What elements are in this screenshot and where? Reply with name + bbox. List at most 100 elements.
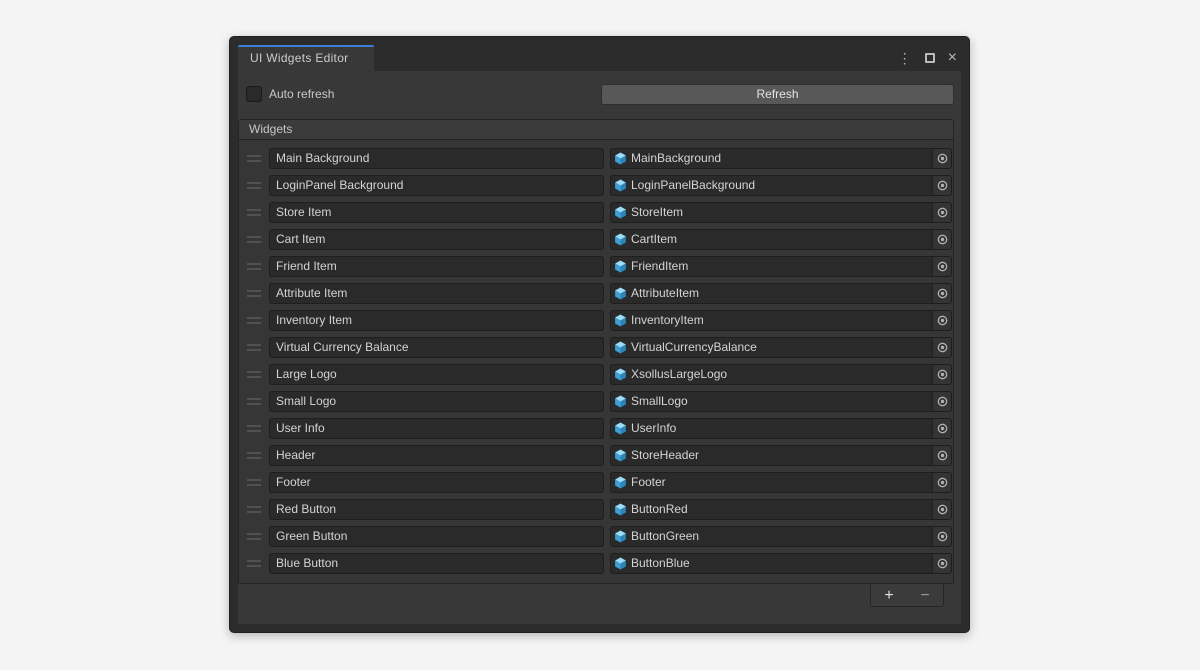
drag-handle-icon[interactable]	[247, 398, 261, 405]
prefab-name-label: ButtonBlue	[631, 554, 932, 573]
prefab-name-label: Footer	[631, 473, 932, 492]
widget-name-input[interactable]: User Info	[269, 418, 604, 439]
prefab-object-field[interactable]: ButtonGreen	[610, 526, 952, 547]
prefab-name-label: InventoryItem	[631, 311, 932, 330]
prefab-name-label: AttributeItem	[631, 284, 932, 303]
drag-handle-icon[interactable]	[247, 209, 261, 216]
refresh-button[interactable]: Refresh	[601, 84, 954, 105]
widget-name-input[interactable]: Small Logo	[269, 391, 604, 412]
object-picker-icon	[937, 477, 948, 488]
widget-name-input[interactable]: Virtual Currency Balance	[269, 337, 604, 358]
object-picker-button[interactable]	[932, 284, 951, 303]
widget-row: Store Item StoreItem	[239, 199, 953, 226]
add-widget-button[interactable]: +	[871, 587, 907, 605]
widget-name-input[interactable]: Main Background	[269, 148, 604, 169]
prefab-cube-icon	[614, 152, 627, 165]
drag-handle-icon[interactable]	[247, 506, 261, 513]
widget-name-input[interactable]: Inventory Item	[269, 310, 604, 331]
drag-handle-icon[interactable]	[247, 452, 261, 459]
object-picker-button[interactable]	[932, 311, 951, 330]
prefab-object-field[interactable]: InventoryItem	[610, 310, 952, 331]
prefab-object-field[interactable]: ButtonBlue	[610, 553, 952, 574]
widget-name-input[interactable]: Green Button	[269, 526, 604, 547]
drag-handle-icon[interactable]	[247, 560, 261, 567]
prefab-object-field[interactable]: LoginPanelBackground	[610, 175, 952, 196]
prefab-object-field[interactable]: SmallLogo	[610, 391, 952, 412]
editor-content: Auto refresh Refresh Widgets Main Backgr…	[238, 71, 961, 624]
close-icon[interactable]: ×	[946, 51, 959, 65]
widget-name-input[interactable]: Cart Item	[269, 229, 604, 250]
prefab-cube-icon	[614, 368, 627, 381]
drag-handle-icon[interactable]	[247, 263, 261, 270]
tab-ui-widgets-editor[interactable]: UI Widgets Editor	[238, 45, 374, 71]
widget-row: Main Background MainBackground	[239, 145, 953, 172]
widget-name-input[interactable]: Red Button	[269, 499, 604, 520]
widget-row: Small Logo SmallLogo	[239, 388, 953, 415]
drag-handle-icon[interactable]	[247, 344, 261, 351]
drag-handle-icon[interactable]	[247, 290, 261, 297]
drag-handle-icon[interactable]	[247, 479, 261, 486]
remove-widget-button[interactable]: −	[907, 587, 943, 605]
kebab-menu-icon[interactable]: ⋮	[896, 51, 914, 65]
object-picker-button[interactable]	[932, 500, 951, 519]
widgets-list-header: Widgets	[238, 119, 954, 140]
widget-name-input[interactable]: LoginPanel Background	[269, 175, 604, 196]
drag-handle-icon[interactable]	[247, 236, 261, 243]
drag-handle-icon[interactable]	[247, 182, 261, 189]
prefab-name-label: ButtonRed	[631, 500, 932, 519]
widget-name-input[interactable]: Store Item	[269, 202, 604, 223]
object-picker-button[interactable]	[932, 392, 951, 411]
object-picker-button[interactable]	[932, 554, 951, 573]
object-picker-button[interactable]	[932, 203, 951, 222]
prefab-cube-icon	[614, 314, 627, 327]
object-picker-button[interactable]	[932, 527, 951, 546]
object-picker-icon	[937, 288, 948, 299]
widget-row: Inventory Item InventoryItem	[239, 307, 953, 334]
prefab-name-label: VirtualCurrencyBalance	[631, 338, 932, 357]
object-picker-icon	[937, 234, 948, 245]
object-picker-button[interactable]	[932, 176, 951, 195]
prefab-object-field[interactable]: VirtualCurrencyBalance	[610, 337, 952, 358]
object-picker-button[interactable]	[932, 473, 951, 492]
object-picker-button[interactable]	[932, 257, 951, 276]
widget-row: Blue Button ButtonBlue	[239, 550, 953, 577]
drag-handle-icon[interactable]	[247, 317, 261, 324]
prefab-object-field[interactable]: StoreHeader	[610, 445, 952, 466]
widget-name-input[interactable]: Friend Item	[269, 256, 604, 277]
widgets-list-footer: + −	[238, 584, 954, 607]
object-picker-button[interactable]	[932, 338, 951, 357]
object-picker-button[interactable]	[932, 419, 951, 438]
prefab-object-field[interactable]: AttributeItem	[610, 283, 952, 304]
widget-name-input[interactable]: Attribute Item	[269, 283, 604, 304]
prefab-object-field[interactable]: UserInfo	[610, 418, 952, 439]
object-picker-button[interactable]	[932, 149, 951, 168]
prefab-cube-icon	[614, 287, 627, 300]
object-picker-button[interactable]	[932, 230, 951, 249]
drag-handle-icon[interactable]	[247, 533, 261, 540]
object-picker-button[interactable]	[932, 365, 951, 384]
prefab-cube-icon	[614, 449, 627, 462]
prefab-object-field[interactable]: ButtonRed	[610, 499, 952, 520]
drag-handle-icon[interactable]	[247, 425, 261, 432]
drag-handle-icon[interactable]	[247, 155, 261, 162]
prefab-object-field[interactable]: Footer	[610, 472, 952, 493]
prefab-object-field[interactable]: FriendItem	[610, 256, 952, 277]
widget-name-input[interactable]: Blue Button	[269, 553, 604, 574]
object-picker-button[interactable]	[932, 446, 951, 465]
drag-handle-icon[interactable]	[247, 371, 261, 378]
auto-refresh-checkbox[interactable]	[246, 86, 262, 102]
widget-name-input[interactable]: Footer	[269, 472, 604, 493]
prefab-name-label: FriendItem	[631, 257, 932, 276]
widget-row: Attribute Item AttributeItem	[239, 280, 953, 307]
prefab-object-field[interactable]: StoreItem	[610, 202, 952, 223]
prefab-cube-icon	[614, 422, 627, 435]
prefab-name-label: ButtonGreen	[631, 527, 932, 546]
widgets-list: Widgets Main Background MainBackground L…	[238, 119, 954, 607]
prefab-object-field[interactable]: CartItem	[610, 229, 952, 250]
maximize-icon[interactable]	[925, 53, 935, 63]
widget-name-input[interactable]: Large Logo	[269, 364, 604, 385]
object-picker-icon	[937, 504, 948, 515]
prefab-object-field[interactable]: MainBackground	[610, 148, 952, 169]
widget-name-input[interactable]: Header	[269, 445, 604, 466]
prefab-object-field[interactable]: XsollusLargeLogo	[610, 364, 952, 385]
